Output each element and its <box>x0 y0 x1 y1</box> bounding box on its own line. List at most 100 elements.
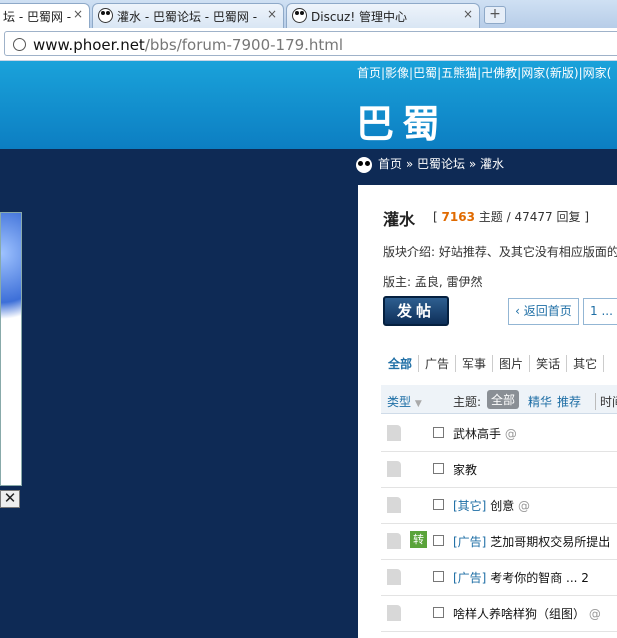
tab-title: 坛 - 巴蜀网 - <box>3 10 72 24</box>
folder-icon <box>387 533 401 549</box>
table-row[interactable]: [其它] 创意 @ <box>381 487 617 524</box>
breadcrumb-home[interactable]: 首页 <box>378 157 402 171</box>
attachment-icon: @ <box>518 499 531 513</box>
row-checkbox[interactable] <box>433 427 444 438</box>
back-home-label: 返回首页 <box>523 304 572 318</box>
breadcrumb-sep: » <box>468 157 477 171</box>
folder-icon <box>387 569 401 585</box>
thread-filter-bar: 类型 ▼ 主题: 全部 精华 推荐 时间 <box>381 385 617 414</box>
filter-digest[interactable]: 精华 <box>528 393 552 410</box>
row-checkbox[interactable] <box>433 607 444 618</box>
folder-icon <box>387 425 401 441</box>
thread-category[interactable]: [其它] <box>453 499 486 513</box>
stats-slash: / <box>506 210 511 224</box>
tab-all[interactable]: 全部 <box>383 355 420 372</box>
thread-title-text[interactable]: 啥样人养啥样狗（组图） <box>453 607 585 621</box>
tab-military[interactable]: 军事 <box>456 355 494 372</box>
attachment-icon: @ <box>588 607 601 621</box>
forum-moderators: 版主: 孟良, 雷伊然 <box>383 275 483 289</box>
chevron-down-icon: ▼ <box>414 399 422 409</box>
url-path: /bbs/forum-7900-179.html <box>144 36 344 54</box>
breadcrumb-forum[interactable]: 巴蜀论坛 <box>417 157 465 171</box>
table-row[interactable]: 转 [广告] 芝加哥期权交易所提出 <box>381 523 617 560</box>
tab-close-icon[interactable]: × <box>463 7 473 21</box>
tab-other[interactable]: 其它 <box>567 355 605 372</box>
tab-close-icon[interactable]: × <box>73 7 83 21</box>
panda-icon <box>292 8 307 23</box>
topic-count: 7163 <box>441 210 475 224</box>
row-checkbox[interactable] <box>433 571 444 582</box>
tab-title: 灌水 - 巴蜀论坛 - 巴蜀网 - <box>117 10 258 24</box>
panda-icon <box>356 156 372 173</box>
filter-time[interactable]: 时间 <box>595 393 617 410</box>
tab-images[interactable]: 图片 <box>493 355 531 372</box>
table-row[interactable]: [广告] 考考你的智商 ... 2 <box>381 559 617 596</box>
folder-icon <box>387 497 401 513</box>
ad-image <box>1 213 21 333</box>
filter-recommend[interactable]: 推荐 <box>557 393 581 410</box>
new-tab-button[interactable]: + <box>484 6 506 24</box>
attachment-icon: @ <box>504 427 517 441</box>
forum-title: 灌水 <box>383 210 416 229</box>
filter-all[interactable]: 全部 <box>487 390 520 409</box>
new-post-button[interactable]: 发帖 <box>383 296 449 326</box>
thread-category[interactable]: [广告] <box>453 535 486 549</box>
url-host: www.phoer.net <box>33 36 145 54</box>
reply-count: 47477 <box>514 210 553 224</box>
left-ad-panel[interactable] <box>0 212 22 486</box>
row-checkbox[interactable] <box>433 499 444 510</box>
topic-label: 主题 <box>478 210 503 224</box>
browser-tab-current[interactable]: 坛 - 巴蜀网 - × <box>0 3 90 28</box>
pagination-button[interactable]: 1 ... <box>583 298 617 325</box>
breadcrumb: 首页 » 巴蜀论坛 » 灌水 <box>356 155 504 173</box>
url-input[interactable]: www.phoer.net/bbs/forum-7900-179.html <box>4 31 617 56</box>
thread-title[interactable]: 啥样人养啥样狗（组图） @ <box>453 605 601 622</box>
thread-pages[interactable]: ... 2 <box>566 571 589 585</box>
thread-title[interactable]: 家教 <box>453 461 477 478</box>
topic-filter-label: 主题: <box>453 395 482 409</box>
category-tabs: 全部 广告 军事 图片 笑话 其它 <box>383 355 617 372</box>
browser-tab-strip: 坛 - 巴蜀网 - × 灌水 - 巴蜀论坛 - 巴蜀网 - × Discuz! … <box>0 0 617 28</box>
row-checkbox[interactable] <box>433 463 444 474</box>
ad-close-button[interactable]: ✕ <box>0 490 20 508</box>
stats-bracket: ] <box>584 210 590 224</box>
stats-bracket: [ <box>433 210 438 224</box>
tab-title: Discuz! 管理中心 <box>311 10 407 24</box>
folder-icon <box>387 605 401 621</box>
thread-category[interactable]: [广告] <box>453 571 486 585</box>
site-logo[interactable]: 巴蜀 <box>356 93 448 148</box>
tab-close-icon[interactable]: × <box>267 7 277 21</box>
thread-title[interactable]: [广告] 考考你的智商 ... 2 <box>453 569 589 586</box>
table-row[interactable]: 武林高手 @ <box>381 415 617 452</box>
thread-title-text[interactable]: 考考你的智商 <box>490 571 562 585</box>
breadcrumb-sep: » <box>405 157 414 171</box>
repost-badge: 转 <box>410 531 427 548</box>
thread-title-text[interactable]: 创意 <box>490 499 514 513</box>
reply-label: 回复 <box>556 210 581 224</box>
back-home-button[interactable]: ‹ 返回首页 <box>508 298 579 325</box>
table-row[interactable]: 家教 <box>381 451 617 488</box>
thread-title-text[interactable]: 家教 <box>453 463 477 477</box>
tab-jokes[interactable]: 笑话 <box>530 355 568 372</box>
tab-ads[interactable]: 广告 <box>419 355 457 372</box>
thread-title[interactable]: 武林高手 @ <box>453 425 517 442</box>
breadcrumb-current[interactable]: 灌水 <box>480 157 504 171</box>
thread-title[interactable]: [其它] 创意 @ <box>453 497 530 514</box>
browser-tab-guanshui[interactable]: 灌水 - 巴蜀论坛 - 巴蜀网 - × <box>92 3 284 28</box>
type-filter-dropdown[interactable]: 类型 ▼ <box>387 393 422 410</box>
type-filter-label: 类型 <box>387 395 412 409</box>
folder-icon <box>387 461 401 477</box>
row-checkbox[interactable] <box>433 535 444 546</box>
address-bar: www.phoer.net/bbs/forum-7900-179.html <box>0 28 617 61</box>
forum-stats: [ 7163 主题 / 47477 回复 ] <box>433 208 589 225</box>
globe-icon <box>13 38 26 51</box>
top-nav[interactable]: 首页|影像|巴蜀|五熊猫|卍佛教|网家(新版)|网家( <box>357 64 611 81</box>
browser-tab-discuz[interactable]: Discuz! 管理中心 × <box>286 3 480 28</box>
site-header: 首页|影像|巴蜀|五熊猫|卍佛教|网家(新版)|网家( 巴蜀 <box>0 61 617 149</box>
forum-main: 灌水 [ 7163 主题 / 47477 回复 ] 版块介绍: 好站推荐、及其它… <box>358 185 617 638</box>
forum-intro: 版块介绍: 好站推荐、及其它没有相应版面的 <box>383 245 617 259</box>
thread-title-text[interactable]: 芝加哥期权交易所提出 <box>490 535 610 549</box>
thread-title[interactable]: [广告] 芝加哥期权交易所提出 <box>453 533 610 550</box>
table-row[interactable]: 啥样人养啥样狗（组图） @ <box>381 595 617 632</box>
thread-title-text[interactable]: 武林高手 <box>453 427 501 441</box>
